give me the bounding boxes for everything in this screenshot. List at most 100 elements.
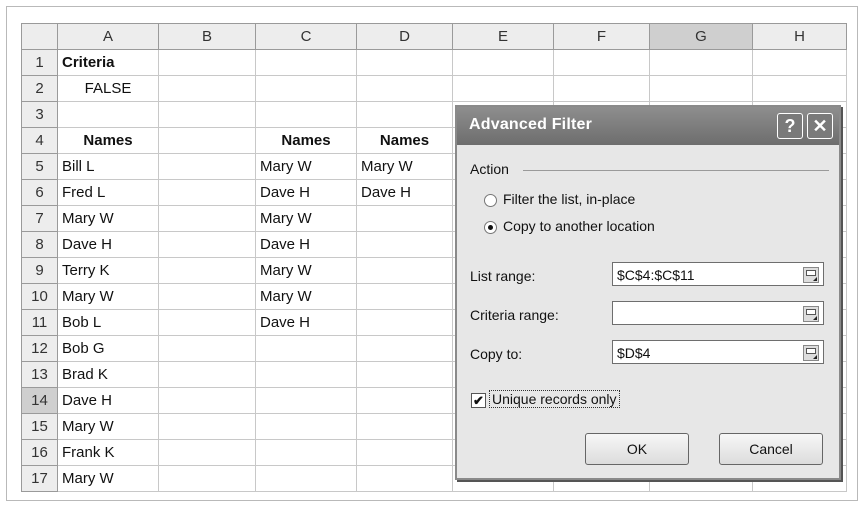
cell-b5[interactable] <box>158 153 256 180</box>
copy-to-location-radio[interactable]: Copy to another location <box>484 218 804 238</box>
cell-b17[interactable] <box>158 465 256 492</box>
cell-d7[interactable] <box>356 205 453 232</box>
column-header-h[interactable]: H <box>752 23 847 50</box>
cell-d2[interactable] <box>356 75 453 102</box>
cell-c17[interactable] <box>255 465 357 492</box>
cell-d10[interactable] <box>356 283 453 310</box>
cell-d13[interactable] <box>356 361 453 388</box>
cell-d4[interactable]: Names <box>356 127 453 154</box>
cell-d6[interactable]: Dave H <box>356 179 453 206</box>
cell-a12[interactable]: Bob G <box>57 335 159 362</box>
cell-d14[interactable] <box>356 387 453 414</box>
row-header[interactable]: 11 <box>21 309 58 336</box>
column-header-c[interactable]: C <box>255 23 357 50</box>
cell-h2[interactable] <box>752 75 847 102</box>
row-header[interactable]: 14 <box>21 387 58 414</box>
row-header[interactable]: 9 <box>21 257 58 284</box>
cell-b1[interactable] <box>158 49 256 76</box>
cell-c4[interactable]: Names <box>255 127 357 154</box>
cell-d15[interactable] <box>356 413 453 440</box>
checkmark-icon[interactable]: ✔ <box>471 393 486 408</box>
row-header[interactable]: 3 <box>21 101 58 128</box>
cell-b8[interactable] <box>158 231 256 258</box>
help-button[interactable]: ? <box>777 113 803 139</box>
cell-b14[interactable] <box>158 387 256 414</box>
collapse-dialog-icon[interactable] <box>803 306 819 322</box>
row-header[interactable]: 7 <box>21 205 58 232</box>
column-header-e[interactable]: E <box>452 23 554 50</box>
row-header[interactable]: 15 <box>21 413 58 440</box>
ok-button[interactable]: OK <box>585 433 689 465</box>
cell-a1[interactable]: Criteria <box>57 49 159 76</box>
collapse-dialog-icon[interactable] <box>803 267 819 283</box>
cell-b15[interactable] <box>158 413 256 440</box>
cell-d17[interactable] <box>356 465 453 492</box>
row-header[interactable]: 13 <box>21 361 58 388</box>
row-header[interactable]: 16 <box>21 439 58 466</box>
cell-a5[interactable]: Bill L <box>57 153 159 180</box>
cell-c13[interactable] <box>255 361 357 388</box>
cell-f1[interactable] <box>553 49 650 76</box>
cell-a11[interactable]: Bob L <box>57 309 159 336</box>
row-header[interactable]: 12 <box>21 335 58 362</box>
cell-c6[interactable]: Dave H <box>255 179 357 206</box>
dialog-titlebar[interactable]: Advanced Filter ? ✕ <box>457 107 839 145</box>
cell-c10[interactable]: Mary W <box>255 283 357 310</box>
cell-d5[interactable]: Mary W <box>356 153 453 180</box>
cell-d3[interactable] <box>356 101 453 128</box>
cell-g2[interactable] <box>649 75 753 102</box>
cell-a8[interactable]: Dave H <box>57 231 159 258</box>
column-header-a[interactable]: A <box>57 23 159 50</box>
collapse-dialog-icon[interactable] <box>803 345 819 361</box>
cell-c16[interactable] <box>255 439 357 466</box>
cell-c12[interactable] <box>255 335 357 362</box>
cell-c11[interactable]: Dave H <box>255 309 357 336</box>
row-header[interactable]: 5 <box>21 153 58 180</box>
row-header[interactable]: 2 <box>21 75 58 102</box>
cell-h1[interactable] <box>752 49 847 76</box>
list-range-field[interactable]: $C$4:$C$11 <box>612 262 824 286</box>
close-button[interactable]: ✕ <box>807 113 833 139</box>
cell-c9[interactable]: Mary W <box>255 257 357 284</box>
cell-b6[interactable] <box>158 179 256 206</box>
cell-b10[interactable] <box>158 283 256 310</box>
cell-d1[interactable] <box>356 49 453 76</box>
cell-b9[interactable] <box>158 257 256 284</box>
cell-a16[interactable]: Frank K <box>57 439 159 466</box>
cell-a6[interactable]: Fred L <box>57 179 159 206</box>
cell-a4[interactable]: Names <box>57 127 159 154</box>
cell-f2[interactable] <box>553 75 650 102</box>
cell-d9[interactable] <box>356 257 453 284</box>
cell-c1[interactable] <box>255 49 357 76</box>
cell-a10[interactable]: Mary W <box>57 283 159 310</box>
cell-d12[interactable] <box>356 335 453 362</box>
cell-d11[interactable] <box>356 309 453 336</box>
cell-e2[interactable] <box>452 75 554 102</box>
cell-a13[interactable]: Brad K <box>57 361 159 388</box>
radio-button-indicator[interactable] <box>484 221 497 234</box>
cell-b16[interactable] <box>158 439 256 466</box>
cell-a7[interactable]: Mary W <box>57 205 159 232</box>
column-header-b[interactable]: B <box>158 23 256 50</box>
cell-b4[interactable] <box>158 127 256 154</box>
cell-b7[interactable] <box>158 205 256 232</box>
cell-b12[interactable] <box>158 335 256 362</box>
filter-in-place-radio[interactable]: Filter the list, in-place <box>484 191 804 211</box>
select-all-corner[interactable] <box>21 23 58 50</box>
cell-a2[interactable]: FALSE <box>57 75 159 102</box>
cell-a3[interactable] <box>57 101 159 128</box>
cell-c15[interactable] <box>255 413 357 440</box>
radio-button-indicator[interactable] <box>484 194 497 207</box>
row-header[interactable]: 4 <box>21 127 58 154</box>
cell-c7[interactable]: Mary W <box>255 205 357 232</box>
cell-g1[interactable] <box>649 49 753 76</box>
cell-b3[interactable] <box>158 101 256 128</box>
cell-a9[interactable]: Terry K <box>57 257 159 284</box>
cell-b11[interactable] <box>158 309 256 336</box>
cell-d8[interactable] <box>356 231 453 258</box>
cell-c5[interactable]: Mary W <box>255 153 357 180</box>
column-header-f[interactable]: F <box>553 23 650 50</box>
cell-c8[interactable]: Dave H <box>255 231 357 258</box>
criteria-range-field[interactable] <box>612 301 824 325</box>
copy-to-field[interactable]: $D$4 <box>612 340 824 364</box>
